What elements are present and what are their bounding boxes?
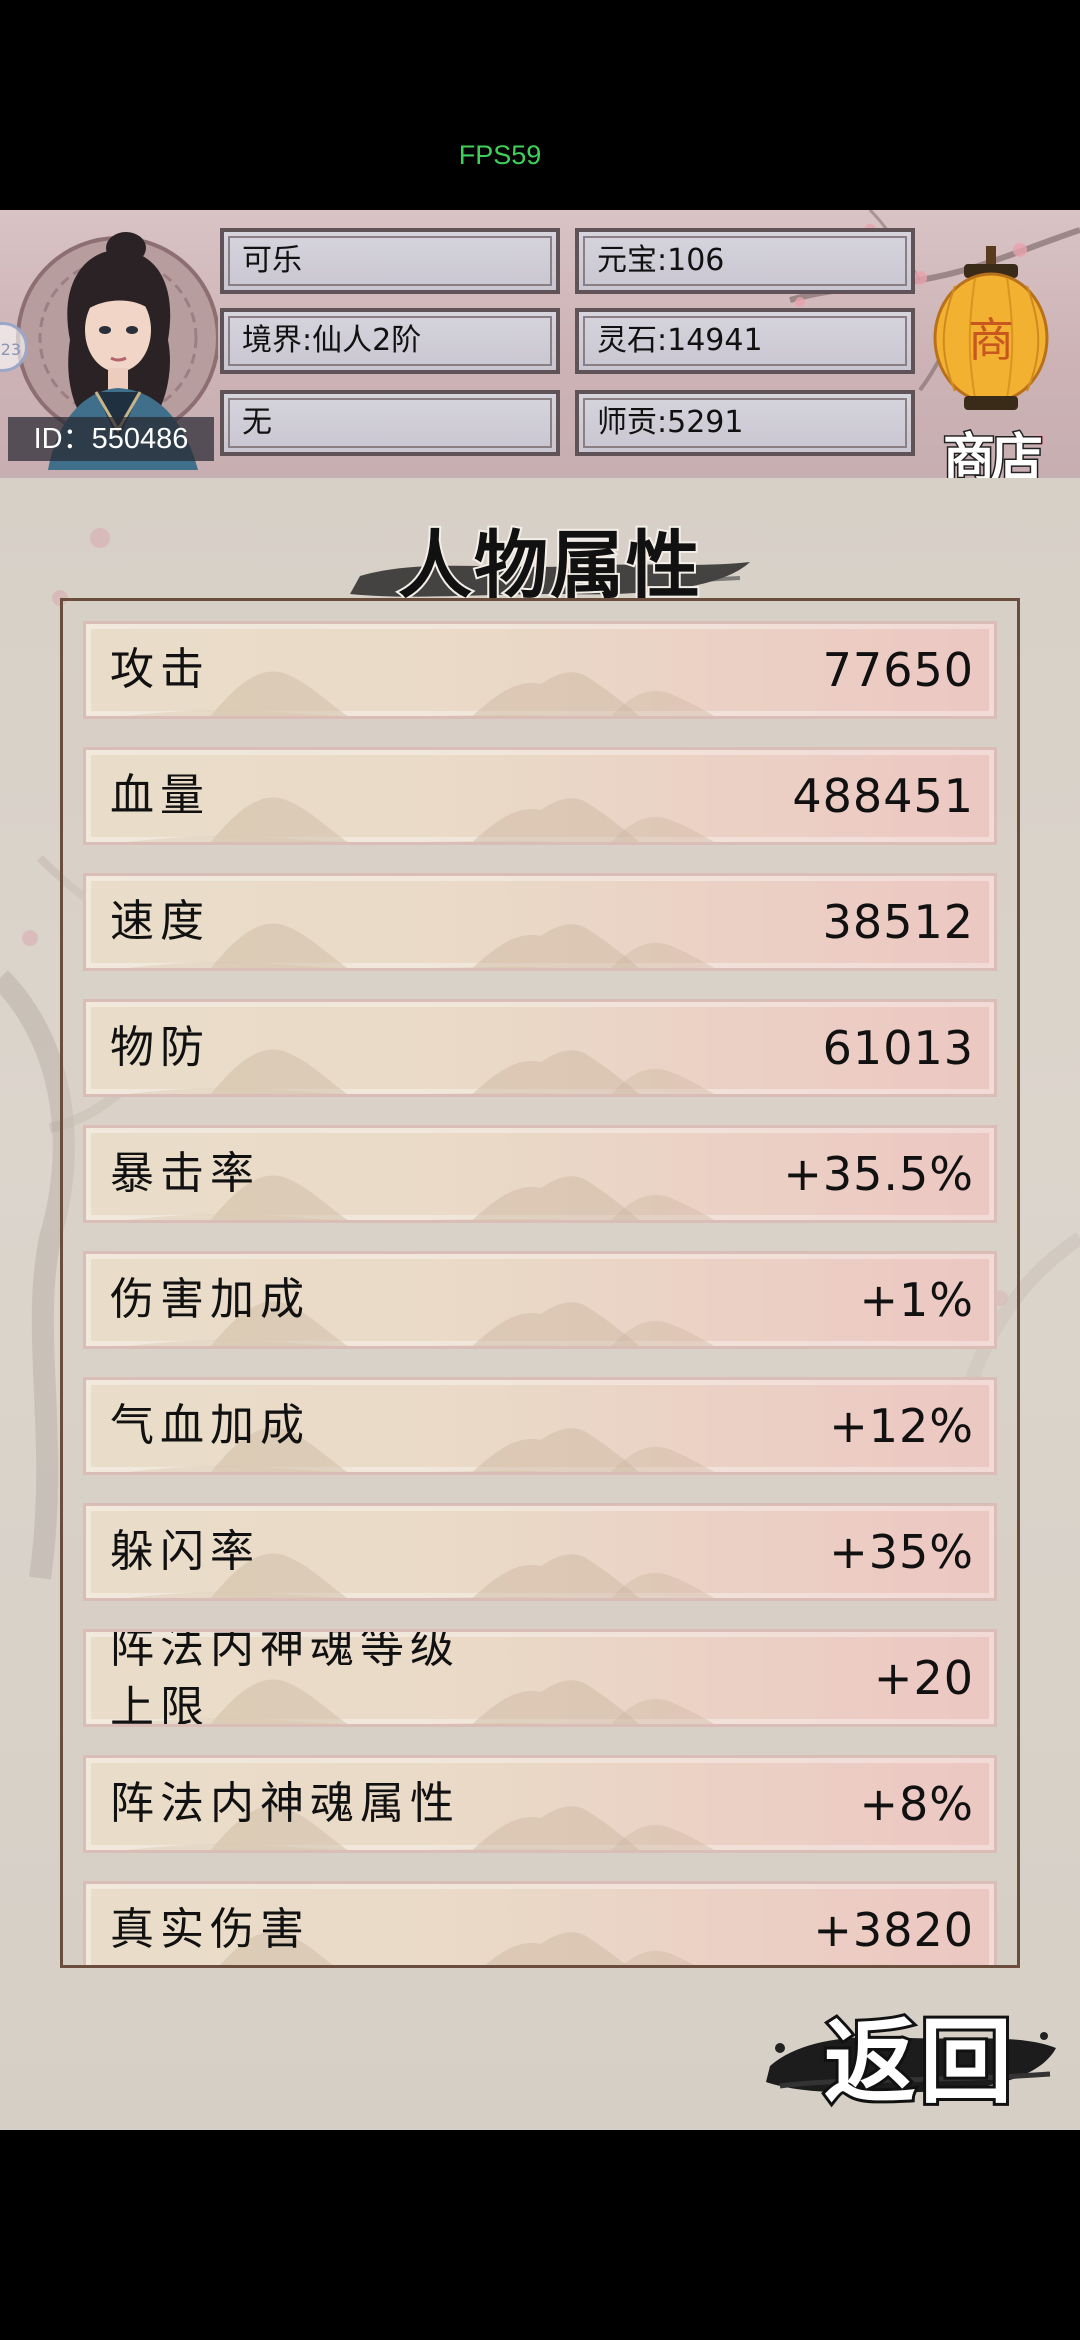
back-button[interactable]: 返回 (760, 1978, 1060, 2119)
stat-name: 躲闪率 (110, 1526, 260, 1577)
stat-name: 血量 (110, 770, 210, 821)
player-name-field[interactable]: 可乐 (220, 228, 560, 294)
stat-row: 阵法内神魂属性 +8% (83, 1755, 997, 1853)
sect-field[interactable]: 无 (220, 390, 560, 456)
stat-value: +12% (829, 1399, 974, 1453)
shop-label: 商店 (941, 427, 1044, 479)
stat-row: 躲闪率 +35% (83, 1503, 997, 1601)
stat-name: 物防 (110, 1022, 210, 1073)
stat-value: +3820 (813, 1903, 974, 1957)
page-title: 人物属性 (396, 521, 702, 611)
stat-value: 38512 (822, 895, 974, 949)
stat-name: 伤害加成 (110, 1274, 310, 1325)
stat-name: 真实伤害 (110, 1904, 310, 1955)
stat-row: 攻击 77650 (83, 621, 997, 719)
stat-value: 488451 (792, 769, 974, 823)
stat-name: 暴击率 (110, 1148, 260, 1199)
stat-row: 阵法内神魂等级 上限 +20 (83, 1629, 997, 1727)
game-screen: FPS59 23 ID：550486 可乐 境界:仙人2阶 无 元宝:106 灵… (0, 0, 1080, 2340)
stat-row: 血量 488451 (83, 747, 997, 845)
stat-row: 伤害加成 +1% (83, 1251, 997, 1349)
lantern-icon: 商 (933, 246, 1049, 410)
stat-row: 气血加成 +12% (83, 1377, 997, 1475)
stat-value: 77650 (822, 643, 974, 697)
shop-button[interactable]: 商 商店 (930, 246, 1052, 478)
stat-row: 速度 38512 (83, 873, 997, 971)
back-label: 返回 (821, 2005, 1016, 2119)
stat-name: 攻击 (110, 644, 210, 695)
stat-row: 物防 61013 (83, 999, 997, 1097)
player-header: 23 ID：550486 可乐 境界:仙人2阶 无 元宝:106 灵石:1494… (0, 210, 1080, 478)
attribute-page: 人物属性 攻击 77650 血量 488451 速度 38512 物防 61013 暴击率 +35… (0, 478, 1080, 2130)
stat-name: 气血加成 (110, 1400, 310, 1451)
realm-field[interactable]: 境界:仙人2阶 (220, 308, 560, 374)
stat-row: 真实伤害 +3820 (83, 1881, 997, 1965)
stat-list[interactable]: 攻击 77650 血量 488451 速度 38512 物防 61013 暴击率 +35.5% 伤害… (60, 598, 1020, 1968)
stat-name: 阵法内神魂属性 (110, 1778, 460, 1829)
yuanbao-field[interactable]: 元宝:106 (575, 228, 915, 294)
lantern-char: 商 (968, 313, 1014, 367)
stat-value: +35% (829, 1525, 974, 1579)
stat-value: 61013 (822, 1021, 974, 1075)
stat-value: +35.5% (783, 1147, 974, 1201)
stat-name: 速度 (110, 896, 210, 947)
stat-row: 暴击率 +35.5% (83, 1125, 997, 1223)
page-title-banner: 人物属性 (340, 498, 760, 611)
stat-name: 阵法内神魂等级 上限 (110, 1632, 510, 1724)
stat-value: +1% (859, 1273, 974, 1327)
stat-name-text: 阵法内神魂等级 上限 (110, 1629, 460, 1727)
contribution-field[interactable]: 师贡:5291 (575, 390, 915, 456)
spirit-stone-field[interactable]: 灵石:14941 (575, 308, 915, 374)
fps-counter: FPS59 (458, 140, 542, 170)
player-id-label: ID：550486 (8, 417, 214, 461)
stat-value: +8% (859, 1777, 974, 1831)
stat-value: +20 (873, 1651, 974, 1705)
